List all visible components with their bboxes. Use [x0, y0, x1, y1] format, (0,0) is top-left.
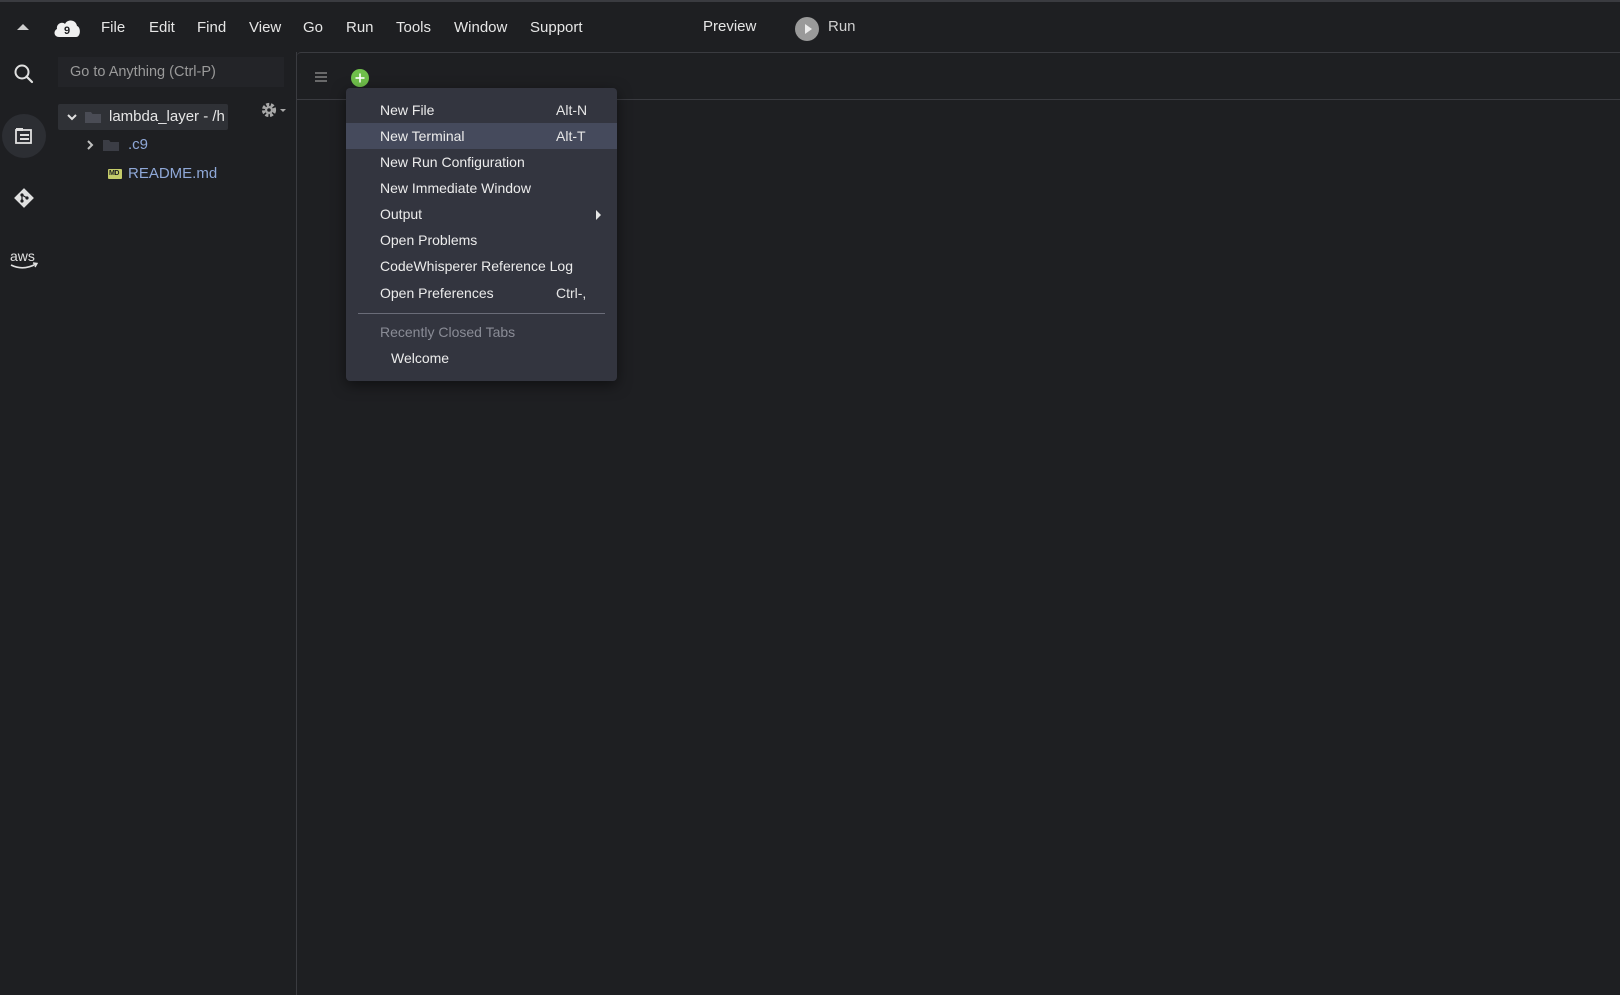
add-tab-plus-icon[interactable] [351, 69, 369, 87]
menu-find[interactable]: Find [197, 18, 226, 38]
search-icon[interactable] [2, 52, 46, 96]
new-tab-dropdown-menu: New File Alt-N New Terminal Alt-T New Ru… [346, 88, 617, 381]
menu-tools[interactable]: Tools [396, 18, 431, 38]
menu-item-label: New Immediate Window [380, 180, 531, 196]
aws-logo-text: aws [10, 248, 35, 264]
file-tree-panel: lambda_layer - /h .c9 MD README.md [48, 52, 296, 995]
menu-item-label: Output [380, 206, 423, 222]
menu-item-output[interactable]: Output [346, 201, 617, 227]
menu-view[interactable]: View [249, 18, 281, 38]
menu-bar: 9 File Edit Find View Go Run Tools Windo… [0, 0, 1620, 52]
menu-go[interactable]: Go [303, 18, 323, 38]
folder-icon [85, 112, 101, 123]
tree-item-readme[interactable]: MD README.md [108, 161, 258, 187]
run-play-icon[interactable] [795, 17, 819, 41]
folder-icon [103, 140, 119, 151]
menu-item-label: Open Problems [380, 232, 478, 248]
menu-item-label: New Run Configuration [380, 154, 525, 170]
chevron-right-icon[interactable] [84, 139, 96, 151]
aws-icon[interactable]: aws [2, 238, 46, 282]
menu-item-new-file[interactable]: New File Alt-N [346, 97, 617, 123]
markdown-file-icon: MD [108, 169, 122, 179]
activity-bar: aws [0, 52, 48, 995]
tree-item-c9[interactable]: .c9 [78, 132, 228, 158]
markdown-badge-text: MD [109, 170, 119, 177]
recently-closed-tabs-heading: Recently Closed Tabs [380, 324, 516, 340]
chevron-down-icon[interactable] [66, 111, 78, 123]
menu-run[interactable]: Run [346, 18, 374, 38]
svg-text:9: 9 [64, 25, 70, 37]
menu-item-shortcut: Ctrl-, [556, 285, 587, 301]
submenu-arrow-icon [596, 210, 601, 220]
menu-divider [358, 313, 605, 314]
menu-edit[interactable]: Edit [149, 18, 175, 38]
gear-icon[interactable] [258, 99, 288, 121]
recent-tab-welcome[interactable]: Welcome [391, 345, 449, 371]
cloud9-logo-icon[interactable]: 9 [52, 15, 82, 41]
menu-item-shortcut: Alt-N [556, 102, 588, 118]
source-control-icon[interactable] [2, 176, 46, 220]
menu-item-label: CodeWhisperer Reference Log [380, 258, 573, 274]
run-button[interactable]: Run [828, 18, 856, 35]
menu-item-label: New File [380, 102, 435, 118]
tab-list-menu-icon[interactable] [314, 72, 328, 82]
tree-item-label: README.md [128, 165, 218, 182]
menu-item-open-preferences[interactable]: Open Preferences Ctrl-, [346, 280, 617, 306]
tree-item-label: .c9 [128, 136, 149, 153]
tree-root-folder[interactable]: lambda_layer - /h [58, 104, 228, 130]
menu-window[interactable]: Window [454, 18, 507, 38]
menu-item-codewhisperer-reference-log[interactable]: CodeWhisperer Reference Log [346, 253, 617, 279]
menu-item-open-problems[interactable]: Open Problems [346, 227, 617, 253]
menu-item-shortcut: Alt-T [556, 128, 586, 144]
go-to-anything-input[interactable] [58, 57, 284, 87]
menu-support[interactable]: Support [530, 18, 583, 38]
menu-file[interactable]: File [101, 18, 125, 38]
preview-button[interactable]: Preview [703, 18, 756, 35]
menu-item-new-terminal[interactable]: New Terminal Alt-T [346, 123, 617, 149]
menu-item-label: Open Preferences [380, 285, 494, 301]
menu-item-new-run-configuration[interactable]: New Run Configuration [346, 149, 617, 175]
explorer-icon[interactable] [2, 114, 46, 158]
menu-item-new-immediate-window[interactable]: New Immediate Window [346, 175, 617, 201]
collapse-up-icon[interactable] [14, 20, 32, 34]
tree-root-label: lambda_layer - /h [109, 108, 225, 125]
menu-item-label: New Terminal [380, 128, 465, 144]
